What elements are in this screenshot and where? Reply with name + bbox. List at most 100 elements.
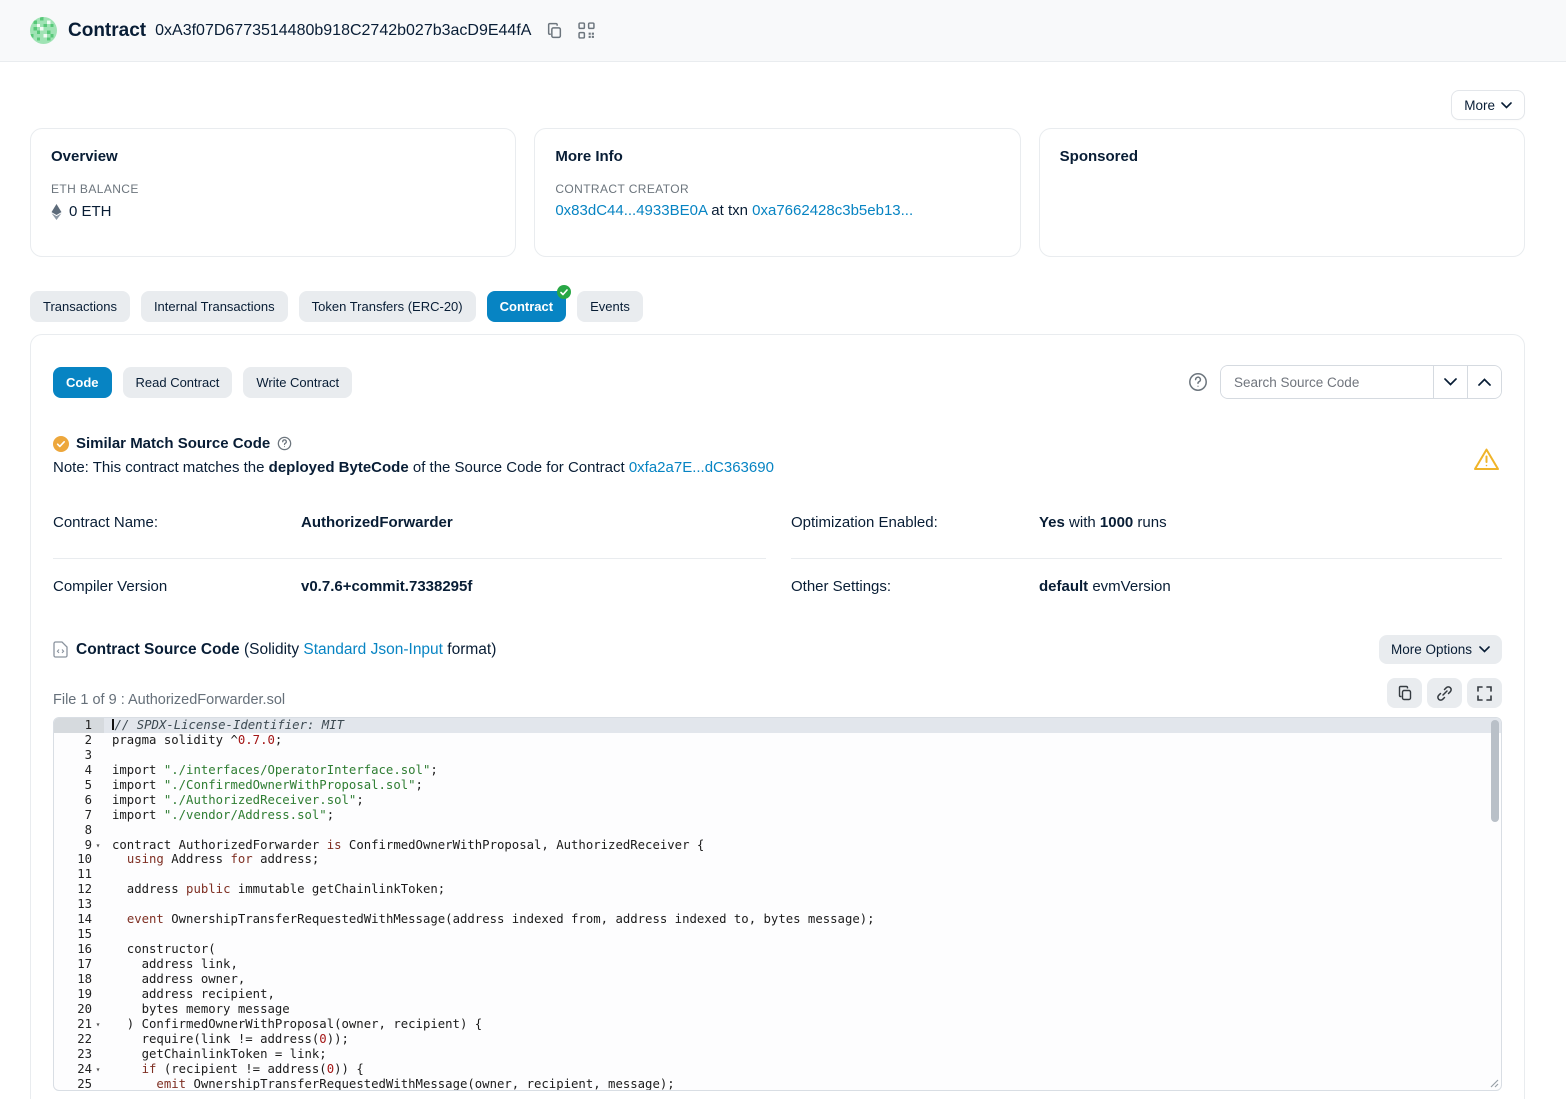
search-next-button[interactable]	[1433, 366, 1467, 398]
line-number: 4	[54, 763, 104, 778]
code-line-8: 8	[54, 823, 1501, 838]
page-title: Contract	[68, 20, 146, 42]
copy-address-icon[interactable]	[546, 22, 563, 39]
subtab-read-contract[interactable]: Read Contract	[123, 367, 233, 398]
more-button[interactable]: More	[1451, 90, 1525, 120]
contract-name-label: Contract Name:	[53, 514, 301, 531]
code-line-21: 21▾ ) ConfirmedOwnerWithProposal(owner, …	[54, 1017, 1501, 1032]
more-options-label: More Options	[1391, 642, 1472, 657]
warning-icon[interactable]	[1473, 447, 1500, 477]
line-number: 18	[54, 972, 104, 987]
tab-contract[interactable]: Contract	[487, 291, 566, 322]
code-line-16: 16 constructor(	[54, 942, 1501, 957]
tab-internal-transactions[interactable]: Internal Transactions	[141, 291, 288, 322]
code-line-9: 9▾contract AuthorizedForwarder is Confir…	[54, 838, 1501, 853]
text-cursor	[112, 719, 114, 730]
code-line-25: 25 emit OwnershipTransferRequestedWithMe…	[54, 1077, 1501, 1092]
chevron-down-icon	[1479, 646, 1490, 653]
line-number: 10	[54, 852, 104, 867]
ethereum-icon	[51, 204, 62, 220]
code-line-5: 5import "./ConfirmedOwnerWithProposal.so…	[54, 778, 1501, 793]
other-settings-value: default evmVersion	[1039, 578, 1171, 595]
permalink-button[interactable]	[1427, 678, 1462, 708]
line-number: 17	[54, 957, 104, 972]
qr-code-icon[interactable]	[578, 22, 595, 39]
code-line-10: 10 using Address for address;	[54, 852, 1501, 867]
code-line-13: 13	[54, 897, 1501, 912]
more-button-label: More	[1464, 98, 1495, 113]
line-number: 22	[54, 1032, 104, 1047]
creation-txn-link[interactable]: 0xa7662428c3b5eb13...	[752, 202, 913, 219]
editor-scrollbar[interactable]	[1491, 720, 1499, 822]
subtab-write-contract[interactable]: Write Contract	[243, 367, 352, 398]
info-cards: Overview ETH BALANCE 0 ETH More Info CON…	[30, 128, 1525, 257]
file-label: File 1 of 9 : AuthorizedForwarder.sol	[53, 692, 1387, 708]
tab-token-transfers-erc-20-[interactable]: Token Transfers (ERC-20)	[299, 291, 476, 322]
code-line-4: 4import "./interfaces/OperatorInterface.…	[54, 763, 1501, 778]
code-line-1: 1// SPDX-License-Identifier: MIT	[54, 718, 1501, 733]
line-number: 2	[54, 733, 104, 748]
line-number[interactable]: 21▾	[54, 1017, 104, 1032]
subtab-code[interactable]: Code	[53, 367, 112, 398]
compiler-details: Contract Name: AuthorizedForwarder Compi…	[53, 508, 1502, 605]
contract-creator-label: CONTRACT CREATOR	[555, 182, 999, 196]
chevron-up-icon	[1478, 378, 1491, 386]
search-prev-button[interactable]	[1467, 366, 1501, 398]
code-line-2: 2pragma solidity ^0.7.0;	[54, 733, 1501, 748]
code-line-3: 3	[54, 748, 1501, 763]
compiler-version-label: Compiler Version	[53, 578, 301, 595]
creator-address-link[interactable]: 0x83dC44...4933BE0A	[555, 202, 707, 219]
code-tabs: Code Read Contract Write Contract	[53, 367, 1188, 398]
matched-contract-link[interactable]: 0xfa2a7E...dC363690	[629, 459, 774, 476]
similar-match-section: Similar Match Source Code Note: This con…	[53, 435, 1502, 476]
code-line-11: 11	[54, 867, 1501, 882]
line-number: 20	[54, 1002, 104, 1017]
line-number: 19	[54, 987, 104, 1002]
resize-handle[interactable]	[1488, 1077, 1499, 1088]
code-line-23: 23 getChainlinkToken = link;	[54, 1047, 1501, 1062]
expand-button[interactable]	[1467, 678, 1502, 708]
code-line-6: 6import "./AuthorizedReceiver.sol";	[54, 793, 1501, 808]
overview-title: Overview	[51, 148, 495, 165]
code-line-7: 7import "./vendor/Address.sol";	[54, 808, 1501, 823]
sponsored-card: Sponsored	[1039, 128, 1525, 257]
sponsored-title: Sponsored	[1060, 148, 1504, 165]
more-info-card: More Info CONTRACT CREATOR 0x83dC44...49…	[534, 128, 1020, 257]
link-icon	[1436, 685, 1453, 702]
contract-name-value: AuthorizedForwarder	[301, 514, 453, 531]
nav-tabs: Transactions Internal Transactions Token T…	[30, 291, 1525, 322]
tab-events[interactable]: Events	[577, 291, 643, 322]
json-input-link[interactable]: Standard Json-Input	[303, 641, 443, 658]
more-options-button[interactable]: More Options	[1379, 635, 1502, 664]
code-line-14: 14 event OwnershipTransferRequestedWithM…	[54, 912, 1501, 927]
line-number: 13	[54, 897, 104, 912]
copy-source-button[interactable]	[1387, 678, 1422, 708]
line-number: 15	[54, 927, 104, 942]
line-number: 6	[54, 793, 104, 808]
line-number[interactable]: 24▾	[54, 1062, 104, 1077]
note-bold: deployed ByteCode	[269, 459, 409, 476]
more-info-title: More Info	[555, 148, 999, 165]
line-number: 1	[54, 718, 104, 733]
question-icon[interactable]	[277, 436, 292, 451]
note-text2: of the Source Code for Contract	[409, 459, 629, 476]
fold-icon: ▾	[92, 1062, 104, 1077]
tab-transactions[interactable]: Transactions	[30, 291, 130, 322]
source-search	[1220, 365, 1502, 399]
code-line-18: 18 address owner,	[54, 972, 1501, 987]
contract-address: 0xA3f07D6773514480b918C2742b027b3acD9E44…	[155, 22, 531, 40]
line-number[interactable]: 9▾	[54, 838, 104, 853]
line-number: 11	[54, 867, 104, 882]
help-icon[interactable]	[1188, 372, 1208, 392]
other-settings-label: Other Settings:	[791, 578, 1039, 595]
code-line-24: 24▾ if (recipient != address(0)) {	[54, 1062, 1501, 1077]
copy-icon	[1397, 685, 1413, 701]
file-icon	[53, 641, 68, 658]
verified-badge-icon	[557, 285, 571, 299]
source-code-editor[interactable]: 1// SPDX-License-Identifier: MIT2pragma …	[53, 717, 1502, 1091]
line-number: 5	[54, 778, 104, 793]
fold-icon: ▾	[92, 1017, 104, 1032]
search-source-input[interactable]	[1221, 366, 1433, 398]
code-line-19: 19 address recipient,	[54, 987, 1501, 1002]
optimization-label: Optimization Enabled:	[791, 514, 1039, 531]
